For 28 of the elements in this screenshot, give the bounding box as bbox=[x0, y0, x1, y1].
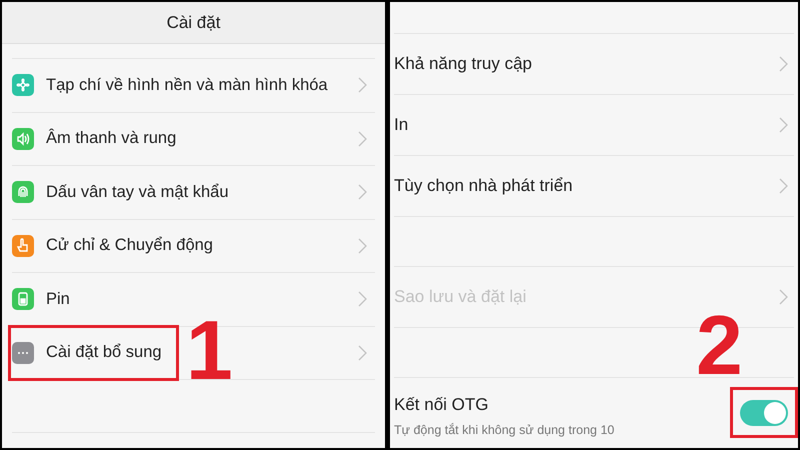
chevron-right-icon bbox=[779, 117, 788, 133]
chevron-right-icon bbox=[779, 289, 788, 305]
chevron-right-icon bbox=[358, 344, 367, 361]
item-subtitle: Tự động tắt khi không sử dụng trong 10 bbox=[394, 422, 616, 440]
item-label: Kết nối OTG bbox=[394, 394, 490, 416]
item-label[interactable]: Pin bbox=[46, 286, 70, 312]
settings-item[interactable]: Khả năng truy cập bbox=[394, 33, 794, 94]
chevron-right-icon bbox=[779, 56, 788, 72]
settings-item[interactable]: In bbox=[394, 94, 794, 155]
settings-item[interactable]: Tùy chọn nhà phát triển bbox=[394, 155, 794, 216]
item-label[interactable]: Dấu vân tay và mật khẩu bbox=[46, 180, 229, 205]
item-label[interactable]: Âm thanh và rung bbox=[46, 126, 176, 152]
chevron-right-icon bbox=[358, 184, 367, 200]
item-label: Tùy chọn nhà phát triển bbox=[394, 175, 574, 198]
item-label: Khả năng truy cập bbox=[394, 53, 533, 76]
chevron-right-icon bbox=[358, 77, 367, 94]
chevron-right-icon bbox=[779, 178, 788, 194]
step-number: 1 bbox=[186, 308, 233, 392]
chevron-right-icon bbox=[358, 238, 367, 254]
item-label: In bbox=[394, 114, 410, 136]
chevron-right-icon bbox=[358, 291, 367, 308]
item-label[interactable]: Tạp chí về hình nền và màn hình khóa bbox=[46, 72, 328, 98]
toggle-switch[interactable] bbox=[740, 400, 788, 426]
highlight-box bbox=[730, 387, 798, 438]
item-label[interactable]: Cài đặt bổ sung bbox=[46, 340, 162, 366]
screen-title: Cài đặt bbox=[166, 12, 220, 34]
chevron-right-icon bbox=[358, 130, 367, 147]
item-label[interactable]: Cử chỉ & Chuyển động bbox=[46, 233, 213, 258]
